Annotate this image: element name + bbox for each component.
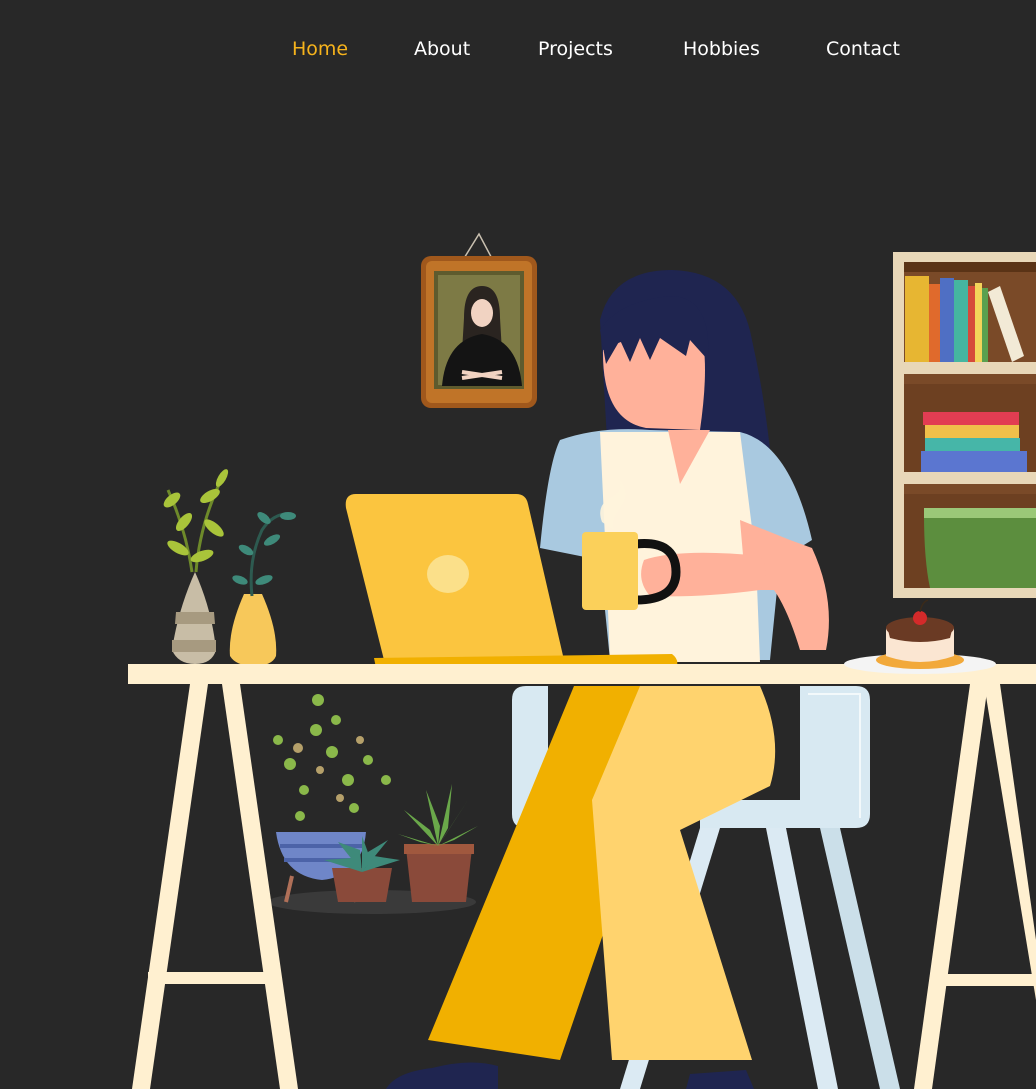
desk-plants	[163, 469, 296, 666]
cake	[844, 599, 996, 674]
framed-portrait	[421, 232, 537, 408]
floor-plants	[268, 694, 478, 914]
hero-illustration	[128, 232, 1036, 1089]
bookshelf	[893, 252, 1036, 598]
